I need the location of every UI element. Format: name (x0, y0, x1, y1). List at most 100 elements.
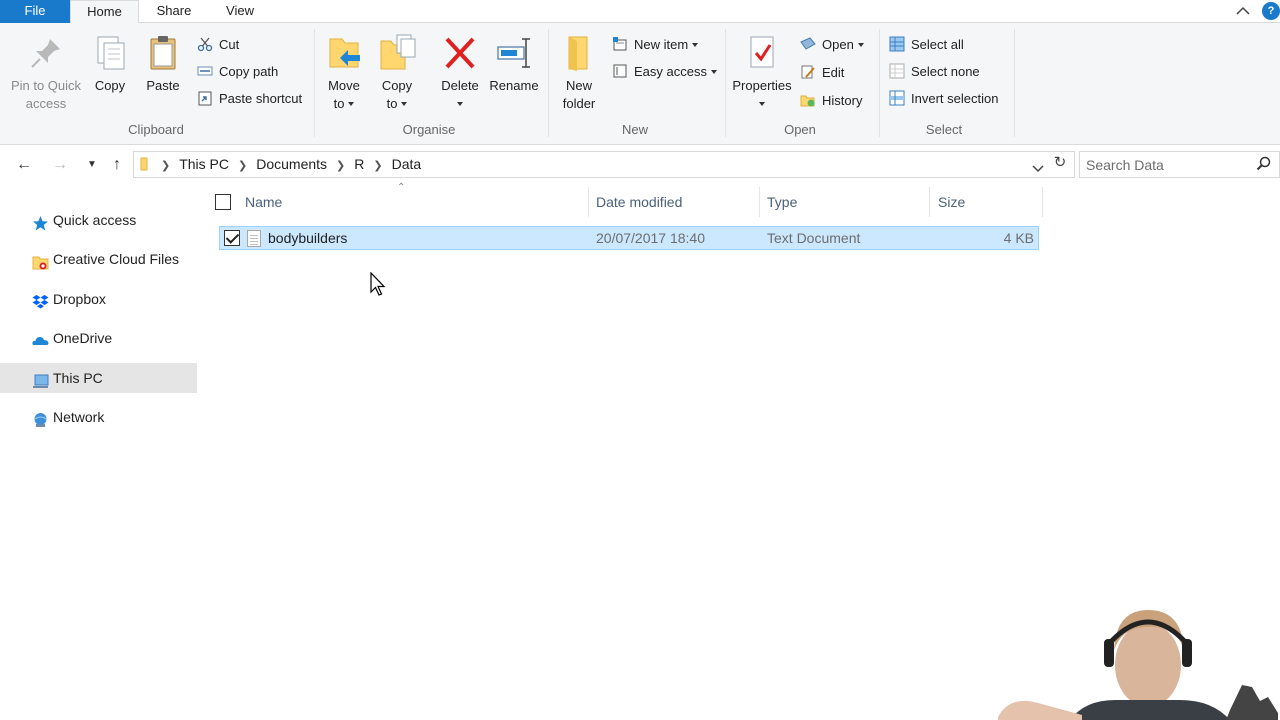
breadcrumb-data[interactable]: Data (392, 156, 422, 172)
properties-icon (742, 33, 782, 73)
nav-item-network[interactable]: Network (0, 402, 197, 432)
column-divider[interactable] (929, 187, 930, 217)
group-divider (879, 29, 880, 137)
copy-to-button[interactable]: Copy to (377, 33, 417, 113)
history-button[interactable]: History (800, 91, 862, 111)
tab-file[interactable]: File (0, 0, 70, 23)
creative-cloud-folder-icon (32, 251, 49, 270)
search-icon[interactable] (1256, 156, 1272, 172)
easy-access-icon (612, 63, 628, 79)
folder-icon (140, 154, 152, 171)
help-icon[interactable]: ? (1262, 2, 1280, 20)
edit-pencil-icon (800, 64, 816, 80)
history-label: History (822, 93, 863, 108)
nav-item-creative-cloud-files[interactable]: Creative Cloud Files (0, 244, 197, 274)
invert-selection-button[interactable]: Invert selection (889, 89, 998, 109)
breadcrumb-documents[interactable]: Documents (256, 156, 327, 172)
onedrive-icon (32, 330, 49, 347)
chevron-right-icon: ❯ (161, 160, 171, 172)
webcam-overlay (990, 605, 1280, 720)
pin-label-line1: Pin to Quick (10, 78, 82, 93)
move-to-label-line2: to (333, 96, 345, 111)
nav-item-dropbox[interactable]: Dropbox (0, 284, 197, 314)
select-all-label: Select all (911, 37, 964, 52)
delete-button[interactable]: Delete (440, 33, 480, 113)
column-header-size[interactable]: Size (938, 185, 965, 219)
column-divider[interactable] (759, 187, 760, 217)
ribbon-tab-bar: File Home Share View ? (0, 0, 1280, 24)
chevron-down-icon (692, 43, 699, 47)
properties-button[interactable]: Properties (732, 33, 792, 113)
address-bar[interactable]: ❯ This PC ❯ Documents ❯ R ❯ Data (133, 151, 1075, 178)
tab-view[interactable]: View (215, 0, 265, 23)
group-divider (548, 29, 549, 137)
address-dropdown-icon[interactable] (1032, 161, 1044, 176)
breadcrumb: ❯ This PC ❯ Documents ❯ R ❯ Data (134, 152, 421, 177)
file-name[interactable]: bodybuilders (268, 227, 347, 249)
chevron-right-icon: ❯ (336, 160, 346, 172)
rename-button[interactable]: Rename (489, 33, 539, 95)
open-button[interactable]: Open (800, 35, 864, 55)
navigation-pane: Quick access Creative Cloud Files Dropbo… (0, 185, 197, 720)
nav-item-this-pc[interactable]: This PC (0, 363, 197, 393)
nav-item-quick-access[interactable]: Quick access (0, 205, 197, 235)
column-divider[interactable] (588, 187, 589, 217)
sort-ascending-icon: ⌃ (397, 182, 406, 193)
ribbon: Pin to Quick access Copy Paste Cut Copy … (0, 23, 1280, 145)
recent-locations-chevron-icon[interactable]: ▼ (82, 155, 102, 175)
easy-access-button[interactable]: Easy access (612, 62, 717, 82)
back-arrow-icon[interactable]: ← (14, 155, 34, 175)
new-item-icon (612, 36, 628, 52)
chevron-down-icon (759, 102, 765, 106)
new-item-button[interactable]: New item (612, 35, 699, 55)
address-row: ← → ▼ ↑ ❯ This PC ❯ Documents ❯ R ❯ Data ↻ (0, 145, 1280, 185)
star-icon (32, 212, 49, 231)
search-input[interactable] (1086, 155, 1251, 174)
tab-home[interactable]: Home (70, 0, 139, 24)
mouse-cursor-icon (370, 271, 388, 298)
dropbox-icon (32, 291, 49, 309)
group-divider (725, 29, 726, 137)
chevron-up-icon[interactable] (1234, 4, 1252, 18)
edit-button[interactable]: Edit (800, 63, 844, 83)
copy-path-button[interactable]: Copy path (197, 62, 278, 82)
copy-button[interactable]: Copy (90, 33, 130, 95)
tab-share[interactable]: Share (145, 0, 203, 23)
clipboard-paste-icon (143, 33, 183, 73)
column-header-type[interactable]: Type (767, 185, 797, 219)
column-divider[interactable] (1042, 187, 1043, 217)
group-divider (1014, 29, 1015, 137)
column-header-name[interactable]: Name (245, 185, 282, 219)
select-all-button[interactable]: Select all (889, 35, 964, 55)
up-arrow-icon[interactable]: ↑ (107, 155, 127, 175)
properties-label: Properties (732, 78, 792, 93)
cut-button[interactable]: Cut (197, 35, 239, 55)
nav-item-label: OneDrive (53, 330, 113, 346)
row-checkbox[interactable] (224, 230, 240, 246)
file-type: Text Document (767, 230, 861, 246)
copy-to-label-line2: to (386, 96, 398, 111)
nav-item-onedrive[interactable]: OneDrive (0, 323, 197, 353)
forward-arrow-icon[interactable]: → (50, 155, 70, 175)
search-box[interactable] (1079, 151, 1280, 178)
move-to-button[interactable]: Move to (324, 33, 364, 113)
table-row[interactable]: bodybuilders 20/07/2017 18:40 Text Docum… (219, 226, 1039, 250)
invert-selection-icon (889, 90, 905, 106)
copy-icon (90, 33, 130, 73)
group-label-new: New (621, 122, 648, 137)
copy-to-label-line1: Copy (381, 78, 413, 93)
select-none-button[interactable]: Select none (889, 62, 980, 82)
breadcrumb-this-pc[interactable]: This PC (179, 156, 229, 172)
group-label-select: Select (925, 122, 963, 137)
delete-label: Delete (441, 78, 479, 93)
move-folder-icon (324, 33, 364, 73)
pin-to-quick-access-button[interactable]: Pin to Quick access (6, 33, 86, 113)
refresh-icon[interactable]: ↻ (1052, 155, 1068, 171)
column-header-date-modified[interactable]: Date modified (596, 185, 682, 219)
breadcrumb-r[interactable]: R (354, 156, 364, 172)
paste-shortcut-button[interactable]: Paste shortcut (197, 89, 302, 109)
new-folder-button[interactable]: New folder (559, 33, 599, 113)
select-all-checkbox[interactable] (215, 194, 231, 210)
paste-button[interactable]: Paste (143, 33, 183, 95)
new-item-label: New item (634, 37, 689, 52)
